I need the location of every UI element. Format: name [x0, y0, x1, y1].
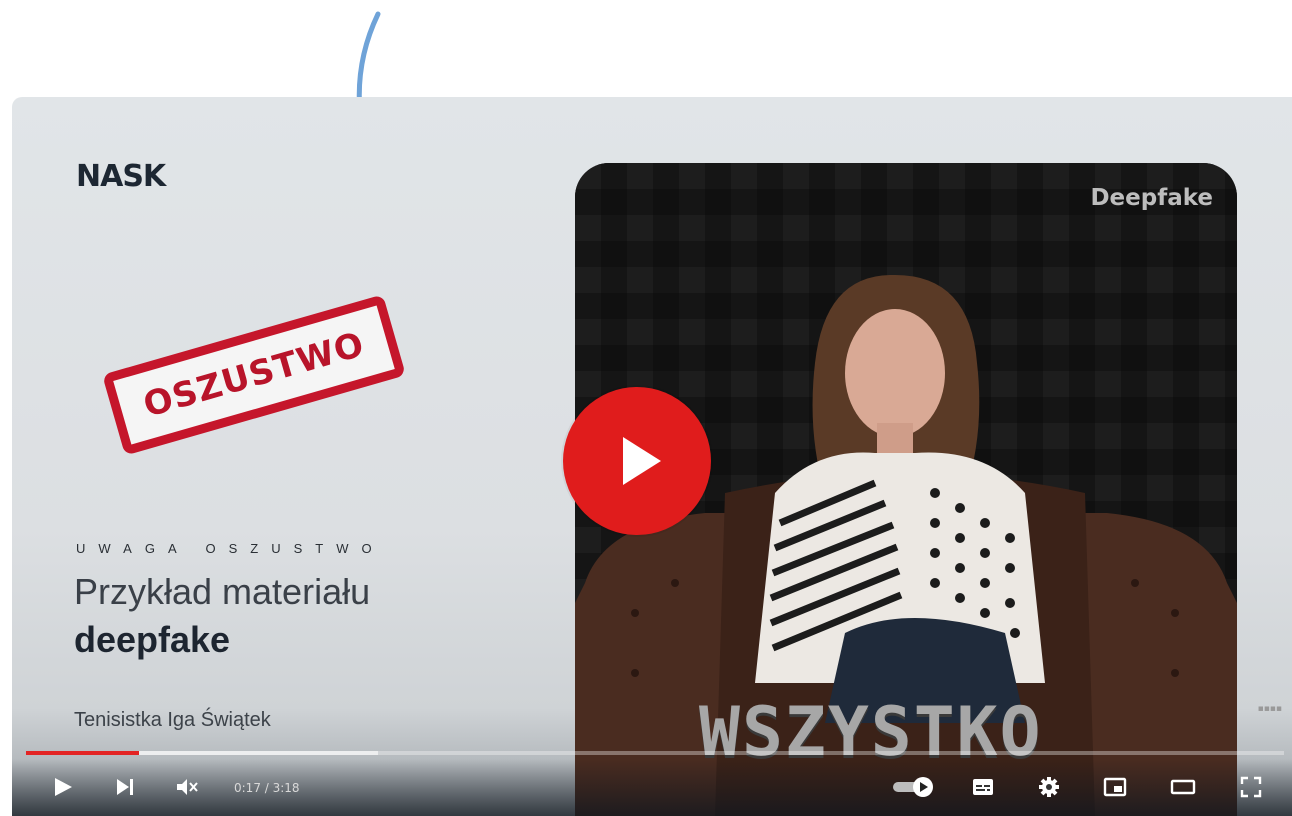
settings-icon — [1039, 777, 1059, 797]
stamp-label: OSZUSTWO — [139, 324, 369, 426]
video-player[interactable]: NASK OSZUSTWO UWAGA OSZUSTWO Przykład ma… — [12, 97, 1292, 816]
volume-muted-icon — [177, 779, 198, 795]
miniplayer-button[interactable] — [1100, 773, 1130, 801]
theater-mode-button[interactable] — [1168, 773, 1198, 801]
progress-bar[interactable] — [26, 751, 1284, 755]
nask-logo: NASK — [76, 159, 166, 194]
play-icon — [623, 437, 661, 485]
play-button[interactable] — [48, 773, 78, 801]
big-play-button[interactable] — [563, 387, 711, 535]
deepfake-label: Deepfake — [1090, 185, 1213, 211]
volume-button[interactable] — [172, 773, 202, 801]
theater-icon — [1170, 779, 1196, 795]
progress-played — [26, 751, 140, 755]
control-bar: 0:17 / 3:18 — [12, 759, 1292, 816]
play-icon — [55, 778, 72, 796]
subtitles-button[interactable] — [968, 773, 998, 801]
autoplay-toggle[interactable] — [890, 773, 938, 801]
slide-title-bold: deepfake — [74, 619, 231, 660]
next-icon — [117, 779, 133, 795]
slide-kicker: UWAGA OSZUSTWO — [76, 541, 385, 556]
autoplay-toggle-icon — [893, 777, 933, 797]
watermark: ▪▪▪▪ — [1257, 704, 1282, 714]
fullscreen-button[interactable] — [1236, 773, 1266, 801]
time-display: 0:17 / 3:18 — [234, 781, 300, 795]
slide-title: Przykład materiału — [74, 571, 371, 612]
miniplayer-icon — [1103, 777, 1127, 797]
settings-button[interactable] — [1034, 773, 1064, 801]
slide-caption: Tenisistka Iga Świątek — [74, 709, 271, 731]
fullscreen-icon — [1240, 776, 1262, 798]
subtitles-icon — [973, 779, 993, 795]
next-button[interactable] — [110, 773, 140, 801]
fraud-stamp: OSZUSTWO — [102, 294, 406, 456]
